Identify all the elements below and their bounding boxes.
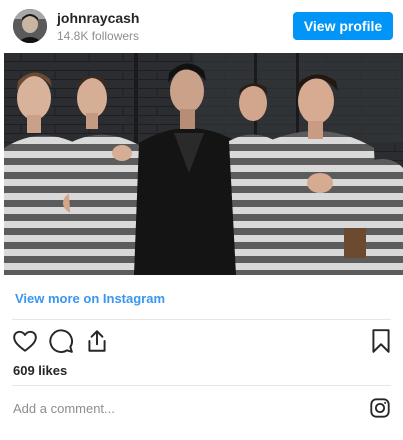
like-count: 609 likes [13,363,68,378]
post-header: johnraycash 14.8K followers View profile [0,0,403,52]
comment-icon[interactable] [48,328,74,354]
instagram-logo-icon[interactable] [369,397,391,419]
avatar-image [13,9,47,43]
divider [12,319,391,320]
share-icon[interactable] [84,328,110,354]
user-block: johnraycash 14.8K followers [57,10,139,44]
follower-count: 14.8K followers [57,29,140,43]
add-comment-input[interactable]: Add a comment... [13,401,115,416]
post-image[interactable] [4,53,403,275]
instagram-embed-card: johnraycash 14.8K followers View profile [0,0,403,440]
photo-image [4,53,403,275]
view-profile-button[interactable]: View profile [293,12,393,40]
heart-icon[interactable] [12,328,38,354]
divider [12,385,391,386]
avatar[interactable] [13,9,47,43]
username-link[interactable]: johnraycash [57,10,139,27]
view-more-link[interactable]: View more on Instagram [15,291,165,306]
bookmark-icon[interactable] [368,328,394,354]
